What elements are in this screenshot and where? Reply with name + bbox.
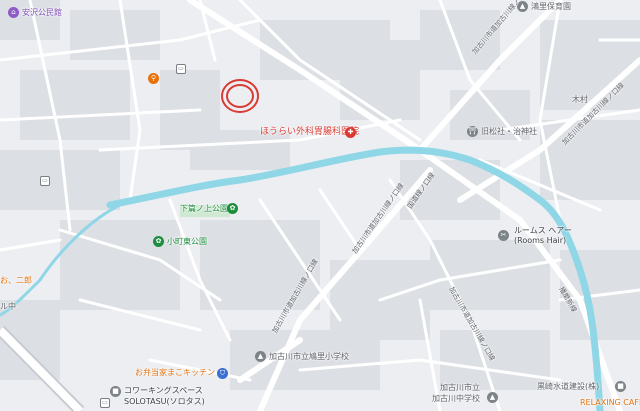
kimura-label[interactable]: 木村: [572, 95, 588, 105]
salon-label-line1[interactable]: ルームス ヘアー: [514, 226, 572, 236]
hospital-pin-icon[interactable]: ✚: [345, 127, 356, 138]
business-pin-icon[interactable]: ■: [615, 381, 626, 392]
hoikuen-label[interactable]: 鴻里保育園: [531, 2, 571, 12]
shopping-pin-icon[interactable]: ⛉: [217, 368, 228, 379]
park-pin-icon[interactable]: ✿: [153, 236, 164, 247]
school-junior-label-line2[interactable]: 加古川中学校: [432, 394, 480, 404]
coworking-label-line2[interactable]: SOLOTASU(ソロタス): [124, 397, 205, 407]
restaurant-pin-icon[interactable]: ⚲: [148, 73, 159, 84]
salon-label-line2[interactable]: (Rooms Hair): [514, 236, 566, 246]
cafe-label[interactable]: RELAXING CAFE: [580, 398, 640, 408]
shrine-label[interactable]: 旧松社・治神社: [481, 127, 537, 137]
school-pin-icon[interactable]: ▲: [487, 392, 498, 403]
bus-stop-icon[interactable]: ▭: [40, 176, 50, 186]
library-pin-icon[interactable]: ⌂: [8, 7, 19, 18]
school-junior-label-line1[interactable]: 加古川市立: [440, 383, 480, 393]
bus-stop-icon[interactable]: ▭: [176, 64, 186, 74]
coworking-pin-icon[interactable]: ■: [110, 386, 121, 397]
kominkan-label[interactable]: 安沢公民館: [22, 8, 62, 18]
park-pin-icon[interactable]: ✿: [227, 203, 238, 214]
school-pin-icon[interactable]: ▲: [255, 351, 266, 362]
park-komachi-label[interactable]: 小町東公園: [167, 237, 207, 247]
building-blocks: [0, 0, 640, 390]
selected-location-ring-icon[interactable]: [219, 78, 261, 114]
shrine-pin-icon[interactable]: ⛩: [467, 126, 478, 137]
map-canvas[interactable]: ⌂ 安沢公民館 ⚲ ▭ ▭ ▭ ほうらい外科胃腸科医院 ✚ ▲ 鴻里保育園 木村…: [0, 0, 640, 411]
bus-stop-icon[interactable]: ▭: [100, 398, 110, 408]
shop-left-label[interactable]: お、二郎: [0, 276, 32, 286]
school-elem-label[interactable]: 加古川市立鳩里小学校: [269, 352, 349, 362]
map-base-layer: [0, 0, 640, 411]
left-small-label[interactable]: ル中: [0, 302, 16, 312]
park-shimo-label[interactable]: 下篇ノ上公園: [180, 204, 228, 214]
bento-label[interactable]: お弁当家まこキッチン: [135, 368, 215, 378]
construction-label[interactable]: 黒崎水道建設(株): [537, 382, 599, 392]
coworking-label-line1[interactable]: コワーキングスペース: [124, 386, 203, 396]
salon-pin-icon[interactable]: ✂: [498, 230, 509, 241]
